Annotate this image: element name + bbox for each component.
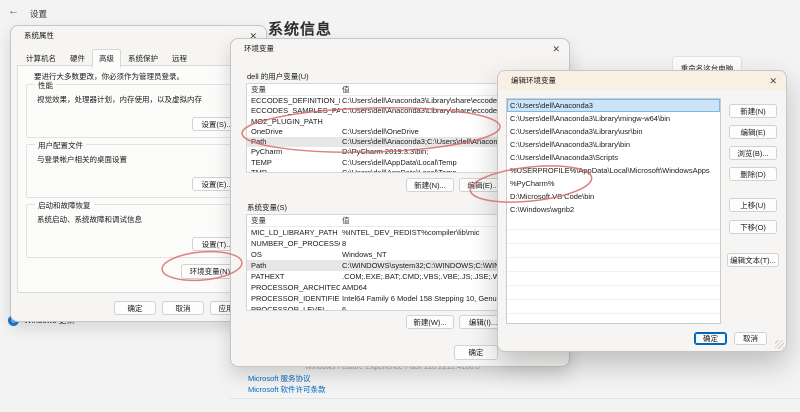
ok-button[interactable]: 确定 — [454, 345, 498, 360]
path-entries-list[interactable]: C:\Users\dell\Anaconda3 C:\Users\dell\An… — [506, 98, 721, 324]
var-name: OneDrive — [251, 127, 340, 137]
column-variable: 变量 — [251, 215, 340, 226]
divider — [230, 398, 800, 399]
cancel-button[interactable]: 取消 — [734, 332, 767, 345]
browse-button[interactable]: 浏览(B)... — [729, 146, 777, 160]
close-icon[interactable]: ✕ — [769, 75, 777, 87]
user-profiles-group-label: 用户配置文件 — [35, 140, 86, 151]
page-title: 系统信息 — [268, 18, 332, 39]
list-empty-row — [507, 258, 720, 272]
advanced-tab-panel: 要进行大多数更改，你必须作为管理员登录。 性能 视觉效果，处理器计划，内存使用，… — [17, 65, 260, 293]
ok-button[interactable]: 确定 — [694, 332, 727, 345]
var-name: PyCharm — [251, 147, 340, 157]
admin-note: 要进行大多数更改，你必须作为管理员登录。 — [34, 71, 184, 82]
service-agreement-link[interactable]: Microsoft 服务协议 — [248, 373, 311, 384]
dialog-title: 编辑环境变量 — [498, 71, 786, 90]
column-variable: 变量 — [251, 84, 340, 95]
tab-advanced[interactable]: 高级 — [92, 49, 121, 68]
list-item[interactable]: C:\Windows\wgrib2 — [507, 203, 720, 216]
var-name: Path — [251, 137, 340, 147]
license-terms-link[interactable]: Microsoft 软件许可条款 — [248, 384, 326, 395]
performance-group: 性能 视觉效果，处理器计划，内存使用，以及虚拟内存 设置(S)... — [26, 84, 251, 138]
user-new-button[interactable]: 新建(N)... — [406, 178, 454, 192]
list-empty-row — [507, 300, 720, 314]
var-name: ECCODES_SAMPLES_PATH — [251, 106, 340, 116]
var-name: PROCESSOR_ARCHITECTURE — [251, 282, 340, 293]
list-item[interactable]: %USERPROFILE%\AppData\Local\Microsoft\Wi… — [507, 164, 720, 177]
list-item[interactable]: C:\Users\dell\Anaconda3\Scripts — [507, 151, 720, 164]
system-new-button[interactable]: 新建(W)... — [406, 315, 454, 329]
close-icon[interactable]: ✕ — [552, 43, 560, 55]
ok-button[interactable]: 确定 — [114, 301, 156, 315]
delete-button[interactable]: 删除(D) — [729, 167, 777, 181]
startup-recovery-group-desc: 系统启动、系统故障和调试信息 — [37, 214, 142, 225]
list-empty-row — [507, 230, 720, 244]
list-empty-row — [507, 286, 720, 300]
list-empty-row — [507, 244, 720, 258]
list-empty-row — [507, 314, 720, 324]
settings-app-title: 设置 — [30, 8, 47, 20]
var-name: TEMP — [251, 158, 340, 168]
performance-group-label: 性能 — [35, 80, 56, 91]
edit-environment-variable-dialog: 编辑环境变量 ✕ C:\Users\dell\Anaconda3 C:\User… — [497, 70, 787, 352]
list-item[interactable]: C:\Users\dell\Anaconda3\Library\bin — [507, 138, 720, 151]
move-up-button[interactable]: 上移(U) — [729, 198, 777, 212]
dialog-title: 系统属性 — [11, 26, 266, 46]
list-item[interactable]: %PyCharm% — [507, 177, 720, 190]
var-name: TMP — [251, 168, 340, 173]
new-button[interactable]: 新建(N) — [729, 104, 777, 118]
var-name: PROCESSOR_LEVEL — [251, 304, 340, 311]
startup-recovery-group: 启动和故障恢复 系统启动、系统故障和调试信息 设置(T)... — [26, 204, 251, 258]
edit-text-button[interactable]: 编辑文本(T)... — [727, 253, 779, 267]
resize-grip[interactable] — [775, 340, 784, 349]
list-item-selected[interactable]: C:\Users\dell\Anaconda3 — [507, 99, 720, 112]
list-empty-row — [507, 272, 720, 286]
list-item[interactable]: C:\Users\dell\Anaconda3\Library\usr\bin — [507, 125, 720, 138]
move-down-button[interactable]: 下移(O) — [729, 220, 777, 234]
performance-group-desc: 视觉效果，处理器计划，内存使用，以及虚拟内存 — [37, 94, 202, 105]
var-name: MOZ_PLUGIN_PATH — [251, 117, 340, 127]
user-profiles-group: 用户配置文件 与登录帐户相关的桌面设置 设置(E)... — [26, 144, 251, 198]
system-properties-dialog: 系统属性 ✕ 计算机名 硬件 高级 系统保护 远程 要进行大多数更改，你必须作为… — [10, 25, 267, 322]
var-name: PROCESSOR_IDENTIFIER — [251, 293, 340, 304]
var-name: NUMBER_OF_PROCESSORS — [251, 238, 340, 249]
dialog-title: 环境变量 — [231, 39, 569, 59]
screen: ← 设置 系统信息 重命名这台电脑 Windows Feature Experi… — [0, 0, 800, 412]
var-name: MIC_LD_LIBRARY_PATH — [251, 227, 340, 238]
back-arrow-icon[interactable]: ← — [8, 5, 19, 17]
list-item[interactable]: D:\Microsoft VS Code\bin — [507, 190, 720, 203]
startup-recovery-group-label: 启动和故障恢复 — [35, 200, 94, 211]
var-name: Path — [251, 260, 340, 271]
system-variables-label: 系统变量(S) — [247, 202, 287, 213]
cancel-button[interactable]: 取消 — [162, 301, 204, 315]
var-name: ECCODES_DEFINITION_PATH — [251, 96, 340, 106]
list-item[interactable]: C:\Users\dell\Anaconda3\Library\mingw-w6… — [507, 112, 720, 125]
user-variables-label: dell 的用户变量(U) — [247, 71, 309, 82]
user-profiles-group-desc: 与登录帐户相关的桌面设置 — [37, 154, 127, 165]
edit-button[interactable]: 编辑(E) — [729, 125, 777, 139]
var-name: OS — [251, 249, 340, 260]
list-empty-row — [507, 216, 720, 230]
var-name: PATHEXT — [251, 271, 340, 282]
